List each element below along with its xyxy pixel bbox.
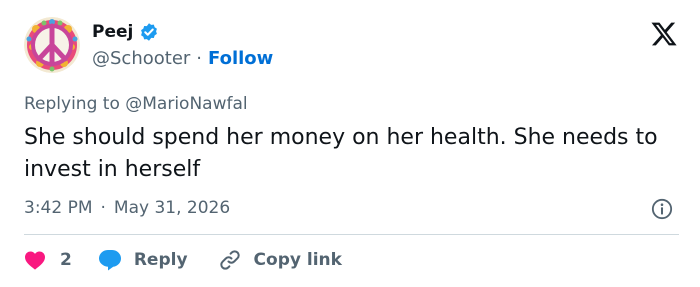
tweet-date: May 31, 2026: [113, 198, 231, 218]
avatar[interactable]: [24, 17, 80, 73]
tweet-timestamp[interactable]: 3:42 PM · May 31, 2026: [24, 198, 230, 218]
follow-button[interactable]: Follow: [208, 48, 273, 69]
replying-to-prefix: Replying to: [24, 94, 120, 114]
tweet-time: 3:42 PM: [24, 198, 93, 218]
reply-bubble-icon: [98, 250, 121, 271]
author-name-row: Peej: [92, 22, 159, 42]
timestamp-separator: ·: [100, 198, 106, 218]
divider: [24, 234, 679, 235]
x-logo-icon[interactable]: [650, 20, 678, 48]
like-count: 2: [60, 250, 72, 270]
replying-to: Replying to @MarioNawfal: [24, 94, 248, 114]
author-handle-row: @Schooter · Follow: [92, 48, 273, 69]
handle-separator: ·: [196, 48, 203, 69]
author-name[interactable]: Peej: [92, 22, 133, 42]
link-icon: [219, 250, 240, 270]
heart-icon: [25, 251, 45, 270]
like-button[interactable]: 2: [24, 250, 72, 270]
info-icon[interactable]: [651, 198, 673, 220]
reply-label: Reply: [133, 250, 188, 270]
action-bar: 2 Reply Copy link: [24, 248, 342, 272]
replying-to-mention[interactable]: @MarioNawfal: [125, 94, 247, 114]
peace-sign-avatar: [24, 17, 80, 73]
verified-badge-icon: [139, 22, 159, 42]
copy-link-button[interactable]: Copy link: [218, 248, 342, 272]
copy-link-label: Copy link: [253, 250, 342, 270]
tweet-text: She should spend her money on her health…: [24, 125, 658, 182]
author-handle[interactable]: @Schooter: [92, 48, 190, 69]
reply-button[interactable]: Reply: [98, 249, 188, 271]
